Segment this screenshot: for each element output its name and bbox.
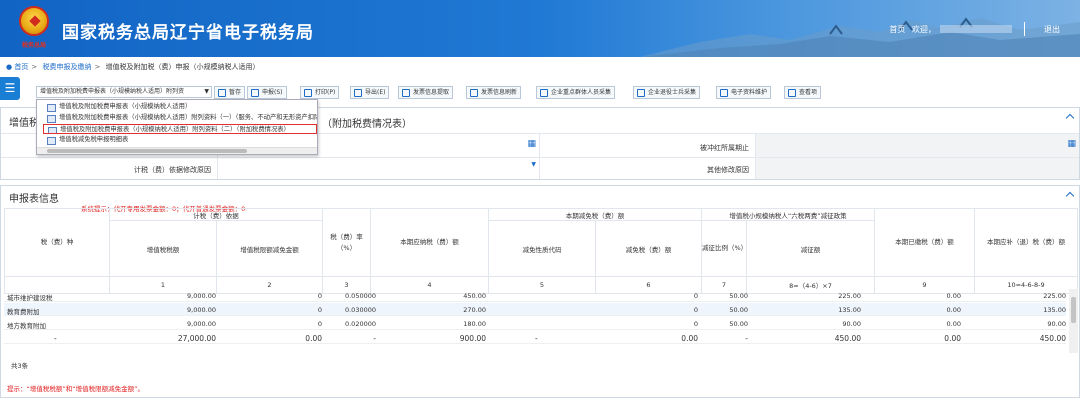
col-reduce-amount: 减免税（费）额 [595, 220, 702, 277]
search-icon [788, 89, 796, 97]
save-draft-button[interactable]: 暂存 [214, 86, 246, 99]
calendar-icon: ▦ [1067, 139, 1076, 149]
col-policy-ratio: 减征比例（%） [701, 220, 747, 277]
breadcrumb-home[interactable]: 首页 [14, 63, 28, 71]
col-reduce-code: 减免性质代码 [488, 220, 596, 277]
dropdown-option[interactable]: 增值税及附加税费申报表（小规模纳税人适用）附列资料（一）（服务、不动产和无形资产… [43, 113, 317, 123]
col-paid: 本期已缴税（费）额 [874, 208, 975, 277]
col-basis: 计税（费）依据 [109, 208, 323, 221]
footer-note: 提示：“增值税税额”和“增值税限额减免金额”。 [7, 385, 144, 393]
col-policy-amount: 减征额 [746, 220, 875, 277]
key-group-collect-button[interactable]: 企业重点群体人员采集 [536, 86, 616, 99]
declare-button[interactable]: 申报(S) [247, 86, 287, 99]
document-icon [720, 89, 728, 97]
tax-emblem-logo: 税务总局 [14, 6, 54, 52]
collapse-chevron-icon[interactable] [1065, 113, 1075, 123]
welcome-text: 欢迎， [911, 24, 936, 34]
form-select[interactable]: 增值税及附加税费申报表（小规模纳税人适用）附列资 ▼ [36, 86, 212, 98]
declaration-section: 申报表信息 系统提示：代开专用发票金额：0；代开普通发票金额：0 税（费）种 计… [0, 185, 1080, 398]
panel-title-suffix: （附加税费情况表） [322, 119, 412, 130]
e-document-button[interactable]: 电子资料维护 [716, 86, 772, 99]
other-reason-input[interactable] [756, 158, 1079, 179]
calendar-icon: ▦ [527, 139, 536, 149]
declare-icon [251, 89, 259, 97]
declaration-table-header: 税（费）种 计税（费）依据 税（费）率（%） 本期应纳税（费）额 本期减免税（费… [4, 208, 1078, 294]
vertical-scrollbar[interactable] [1069, 289, 1078, 353]
collapse-chevron-icon[interactable] [1065, 191, 1075, 201]
export-icon [354, 89, 362, 97]
site-title: 国家税务总局辽宁省电子税务局 [62, 23, 314, 43]
view-items-button[interactable]: 查看项 [784, 86, 822, 99]
edit-icon [637, 89, 645, 97]
col-rate: 税（费）率（%） [322, 208, 371, 277]
breadcrumb: ● 首页 > 税费申报及缴纳 > 增值税及附加税（费）申报（小规模纳税人适用） [6, 63, 260, 71]
panel-title: 增值税 [9, 118, 39, 129]
section-title: 申报表信息 [9, 194, 59, 205]
field-label: 其他修改原因 [707, 166, 749, 174]
reason-select[interactable]: ▼ [218, 158, 540, 179]
user-name-redacted [939, 25, 1012, 33]
breadcrumb-current: 增值税及附加税（费）申报（小规模纳税人适用） [105, 63, 260, 71]
invoice-extract-button[interactable]: 发票信息提取 [398, 86, 454, 99]
form-row: 计税（费）依据修改原因 ▼ 其他修改原因 [1, 157, 1079, 179]
col-payable: 本期应纳税（费）额 [370, 208, 489, 277]
dropdown-arrow-icon: ▼ [531, 161, 536, 168]
table-total-row: - 27,000.00 0.00 - 900.00 - 0.00 - 450.0… [4, 331, 1066, 344]
col-reduce: 本期减免税（费）额 [488, 208, 702, 221]
breadcrumb-level1[interactable]: 税费申报及缴纳 [42, 63, 91, 71]
horizontal-scrollbar[interactable] [37, 147, 317, 154]
print-button[interactable]: 打印(P) [300, 86, 340, 99]
table-row[interactable]: 地方教育附加 9,000.00 0 0.020000 180.00 0 50.0… [4, 317, 1066, 330]
col-refund: 本期应补（退）税（费）额 [974, 208, 1078, 277]
field-label: 计税（费）依据修改原因 [134, 166, 211, 174]
dropdown-option[interactable]: 增值税及附加税费申报表（小规模纳税人适用） [43, 102, 317, 112]
field-label: 被冲红所属期止 [700, 144, 749, 152]
veteran-collect-button[interactable]: 企业退役士兵采集 [633, 86, 701, 99]
export-button[interactable]: 导出(E) [350, 86, 390, 99]
divider [1024, 22, 1026, 36]
home-link[interactable]: 首页 [889, 25, 905, 34]
print-icon [304, 89, 312, 97]
col-policy: 增值税小规模纳税人“六税两费”减征政策 [701, 208, 875, 221]
form-dropdown-list: 增值税及附加税费申报表（小规模纳税人适用） 增值税及附加税费申报表（小规模纳税人… [36, 99, 318, 155]
refresh-icon [470, 89, 478, 97]
record-count: 共3条 [11, 362, 29, 370]
invoice-refresh-button[interactable]: 发票信息刷新 [466, 86, 522, 99]
edit-icon [540, 89, 548, 97]
col-vat-amount: 增值税税额 [109, 220, 217, 277]
dropdown-option-selected[interactable]: 增值税及附加税费申报表（小规模纳税人适用）附列资料（二）（附加税费情况表） [43, 124, 317, 134]
table-row[interactable]: 教育费附加 9,000.00 0 0.030000 270.00 0 50.00… [4, 303, 1066, 316]
logout-link[interactable]: 退出 [1044, 25, 1060, 34]
top-header: 税务总局 国家税务总局辽宁省电子税务局 首页 欢迎， 退出 [0, 0, 1080, 57]
date-field[interactable]: ▦ [756, 134, 1079, 157]
dropdown-option[interactable]: 增值税减免税申报明细表 [43, 135, 317, 145]
col-vat-credit: 增值税限额减免金额 [216, 220, 323, 277]
dropdown-arrow-icon: ▼ [204, 88, 209, 95]
location-pin-icon: ● [6, 63, 13, 71]
col-tax-type: 税（费）种 [4, 208, 110, 277]
side-menu-toggle-button[interactable]: ☰ [0, 77, 20, 100]
header-links: 首页 欢迎， 退出 [885, 22, 1060, 36]
save-icon [218, 89, 226, 97]
invoice-icon [402, 89, 410, 97]
table-row[interactable]: 城市维护建设税 9,000.00 0 0.050000 450.00 0 50.… [4, 289, 1066, 302]
